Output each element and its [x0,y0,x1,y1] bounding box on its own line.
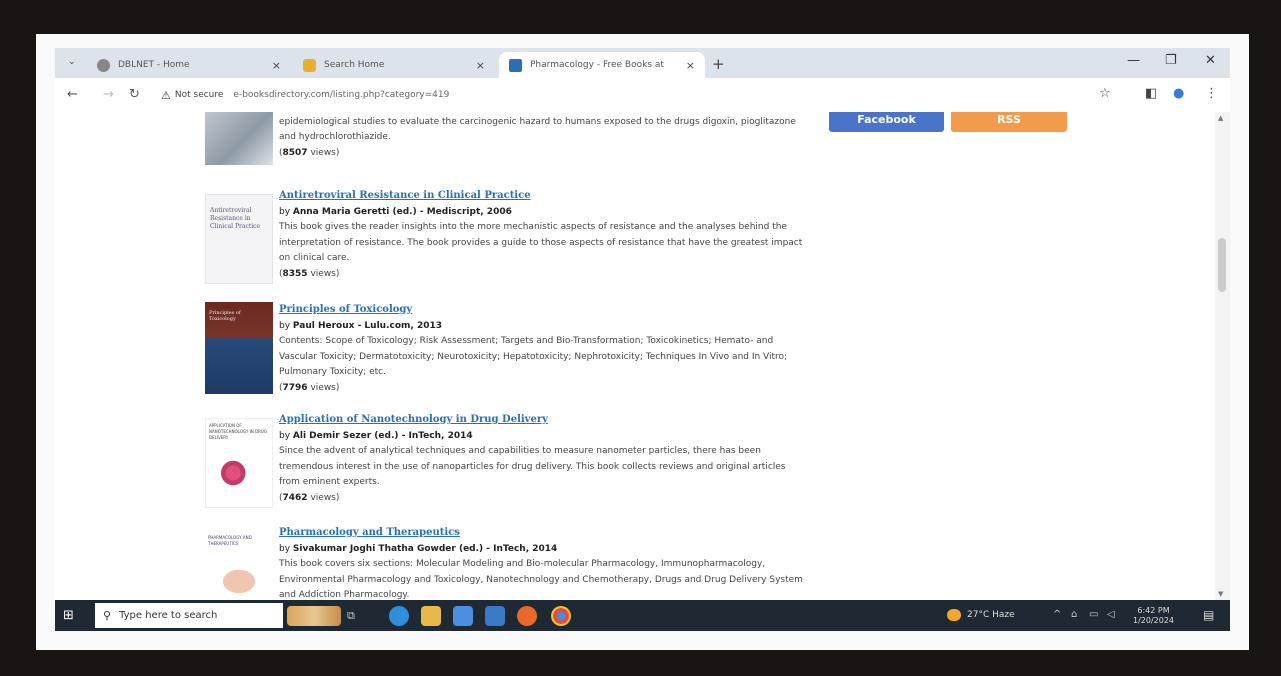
ebooks-icon [509,58,522,72]
menu-kebab-icon[interactable]: ⋮ [1205,86,1218,101]
book-title-link[interactable]: Pharmacology and Therapeutics [279,527,460,538]
book-title-link[interactable]: Application of Nanotechnology in Drug De… [279,414,548,425]
close-tab-icon[interactable]: × [686,59,695,72]
web-page: Facebook RSS This volume provides an ass… [55,112,1215,600]
task-view-icon[interactable]: ⧉ [347,609,367,629]
new-tab-icon[interactable]: + [712,55,725,73]
book-cover: Principles of Toxicology [205,302,273,394]
browser-screen: ⌄ DBLNET - Home × Search Home × Pharmaco… [55,48,1230,631]
tab-bar: ⌄ DBLNET - Home × Search Home × Pharmaco… [55,48,1230,78]
book-listing: Facebook RSS This volume provides an ass… [191,112,1081,600]
scroll-down-icon[interactable]: ▼ [1218,590,1223,598]
cover-title: PHARMACOLOGY AND THERAPEUTICS [208,535,252,546]
cover-title: Principles of Toxicology [209,310,241,322]
book-author: by Ali Demir Sezer (ed.) - InTech, 2014 [279,430,473,441]
rss-button[interactable]: RSS [951,112,1067,132]
book-author: by Paul Heroux - Lulu.com, 2013 [279,320,442,331]
search-icon: ⚲ [103,609,112,622]
file-explorer-icon[interactable] [421,606,441,626]
news-widget-icon[interactable] [287,606,341,626]
view-count: (8355 views) [279,268,340,279]
globe-icon [97,58,110,72]
cover-title: APPLICATION OF NANOTECHNOLOGY IN DRUG DE… [209,423,267,440]
book-cover: APPLICATION OF NANOTECHNOLOGY IN DRUG DE… [205,418,273,508]
list-item: This volume provides an assessment of th… [191,112,831,177]
book-description: Contents: Scope of Toxicology; Risk Asse… [279,336,788,377]
book-cover: Antiretroviral Resistance in Clinical Pr… [205,194,273,284]
store-icon[interactable] [453,606,473,626]
taskbar-search-box[interactable]: ⚲ Type here to search [95,603,283,628]
network-icon[interactable]: ▭ [1089,609,1098,620]
address-bar[interactable]: ⚠ Not secure e-booksdirectory.com/listin… [161,82,1171,108]
close-tab-icon[interactable]: × [476,59,485,72]
url-text[interactable]: e-booksdirectory.com/listing.php?categor… [233,90,449,100]
reload-icon[interactable]: ↻ [129,87,140,102]
scrollbar-thumb[interactable] [1218,238,1226,292]
facebook-button[interactable]: Facebook [829,112,944,132]
tab-search-menu-icon[interactable]: ⌄ [68,57,76,67]
rss-label: RSS [997,112,1021,126]
side-panel-icon[interactable]: ◧ [1145,86,1157,101]
facebook-label: Facebook [857,112,916,126]
show-hidden-icons-icon[interactable]: ^ [1053,609,1061,620]
weather-widget[interactable]: 27°C Haze [947,609,1015,621]
pills-image [210,453,268,493]
vertical-scrollbar[interactable]: ▲ ▼ [1215,112,1230,600]
bookmark-star-icon[interactable]: ☆ [1099,86,1111,101]
tab-dblnet[interactable]: DBLNET - Home × [87,52,291,78]
tab-search-home[interactable]: Search Home × [293,52,495,78]
book-title-link[interactable]: Principles of Toxicology [279,304,412,315]
warning-icon[interactable]: ⚠ [161,89,171,102]
view-count: (7462 views) [279,492,340,503]
list-item: Principles of Toxicology Principles of T… [191,302,831,402]
book-description: Since the advent of analytical technique… [279,446,786,487]
book-title-link[interactable]: Antiretroviral Resistance in Clinical Pr… [279,190,531,201]
weather-icon [947,609,961,621]
restore-icon[interactable]: ❐ [1165,53,1177,68]
tab-label: Search Home [324,60,385,70]
windows-taskbar: ⊞ ⚲ Type here to search ⧉ 27°C Haze ^ ⌂ … [55,600,1230,631]
tab-label: Pharmacology - Free Books at [530,60,664,70]
navigation-bar: ← → ↻ ⚠ Not secure e-booksdirectory.com/… [55,78,1230,112]
back-icon[interactable]: ← [67,87,78,102]
book-cover [205,112,273,165]
list-item: PHARMACOLOGY AND THERAPEUTICS Pharmacolo… [191,525,831,600]
mail-icon[interactable] [485,606,505,626]
book-cover: PHARMACOLOGY AND THERAPEUTICS [205,531,273,600]
view-count: (8507 views) [279,147,340,158]
forward-icon[interactable]: → [103,87,114,102]
profile-icon[interactable]: ● [1173,86,1184,101]
tab-label: DBLNET - Home [118,60,190,70]
view-count: (7796 views) [279,382,340,393]
minimize-icon[interactable]: — [1127,53,1140,68]
edge-browser-icon[interactable] [389,606,409,626]
search-placeholder: Type here to search [119,610,218,621]
book-description: This volume provides an assessment of th… [279,116,796,143]
volume-icon[interactable]: ◁ [1107,609,1115,620]
taskbar-clock[interactable]: 6:42 PM 1/20/2024 [1133,606,1174,626]
list-item: APPLICATION OF NANOTECHNOLOGY IN DRUG DE… [191,412,831,512]
onedrive-icon[interactable]: ⌂ [1071,609,1077,620]
book-author: by Anna Maria Geretti (ed.) - Mediscript… [279,206,512,217]
list-item: Antiretroviral Resistance in Clinical Pr… [191,188,831,288]
cover-title: Antiretroviral Resistance in Clinical Pr… [210,207,261,230]
notification-icon[interactable]: ▤ [1203,608,1214,622]
clock-date: 1/20/2024 [1133,616,1175,625]
close-tab-icon[interactable]: × [272,59,281,72]
chrome-icon[interactable] [551,606,571,626]
not-secure-label[interactable]: Not secure [175,90,224,100]
book-description: This book gives the reader insights into… [279,222,803,263]
hand-image [211,561,267,595]
book-description: This book covers six sections: Molecular… [279,559,803,600]
close-window-icon[interactable]: ✕ [1205,53,1216,68]
windows-start-icon[interactable]: ⊞ [63,608,74,623]
firefox-icon[interactable] [517,606,537,626]
tab-pharmacology[interactable]: Pharmacology - Free Books at × [499,52,705,78]
scroll-up-icon[interactable]: ▲ [1218,114,1223,122]
clock-time: 6:42 PM [1137,606,1170,615]
search-tab-icon [303,58,316,72]
weather-text: 27°C Haze [967,610,1015,620]
book-author: by Sivakumar Joghi Thatha Gowder (ed.) -… [279,543,558,554]
